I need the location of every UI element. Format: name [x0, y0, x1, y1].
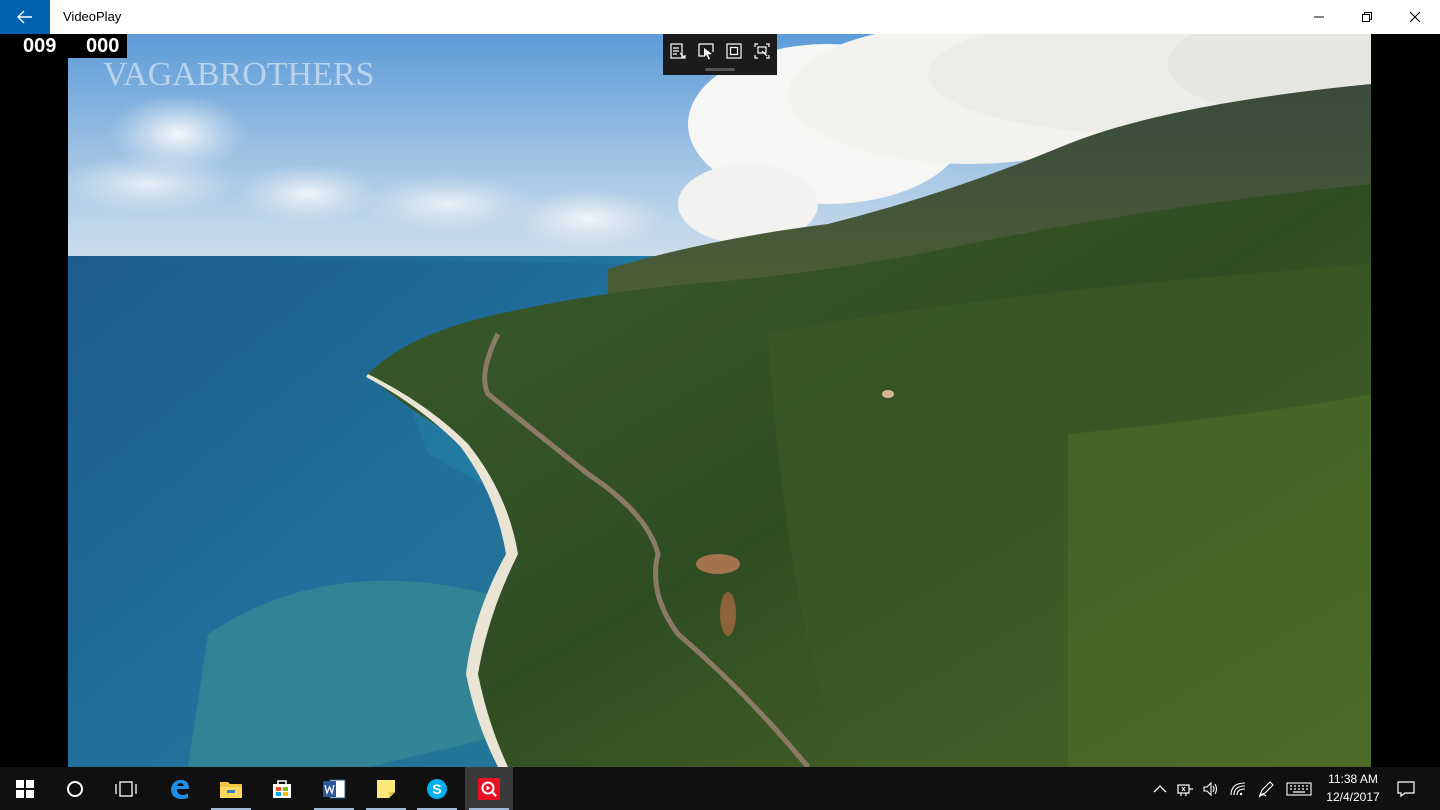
- store-icon: [273, 779, 291, 798]
- keyboard-icon: [1286, 781, 1312, 796]
- windows-start-icon: [16, 779, 34, 798]
- taskbar-clock[interactable]: 11:38 AM 12/4/2017: [1314, 770, 1392, 806]
- wifi-button[interactable]: [1227, 767, 1249, 810]
- pen-workspace-button[interactable]: [1255, 767, 1277, 810]
- edge-browser-icon: [171, 779, 189, 799]
- taskbar-word[interactable]: [310, 767, 358, 810]
- taskbar-store[interactable]: [258, 767, 306, 810]
- back-arrow-icon: [17, 10, 32, 24]
- taskbar: S 11:38 AM 12/4/2017: [0, 767, 1440, 810]
- videoplay-app-icon: [478, 777, 500, 800]
- sticky-notes-icon: [377, 779, 395, 798]
- aerial-coast-image: [68, 34, 1371, 767]
- video-canvas[interactable]: 009 000 VAGABROTHERS: [0, 34, 1440, 767]
- compare-frame-icon: [754, 43, 770, 59]
- counter-left: 009: [0, 34, 80, 58]
- network-adapter-icon: [1177, 783, 1193, 796]
- wifi-icon: [1230, 781, 1246, 795]
- select-region-button[interactable]: [695, 40, 717, 62]
- pen-icon: [1258, 780, 1274, 797]
- action-center-icon: [1397, 780, 1415, 797]
- clock-time: 11:38 AM: [1328, 772, 1378, 786]
- task-view-icon: [115, 780, 137, 797]
- video-frame[interactable]: [68, 34, 1371, 767]
- cortana-search-icon: [67, 780, 83, 797]
- taskbar-sticky-notes[interactable]: [362, 767, 410, 810]
- clock-date: 12/4/2017: [1326, 790, 1380, 804]
- close-icon: [1409, 11, 1421, 23]
- restore-button[interactable]: [1344, 0, 1390, 34]
- volume-button[interactable]: [1200, 767, 1222, 810]
- file-explorer-icon: [220, 781, 242, 798]
- volume-icon: [1203, 781, 1218, 796]
- taskbar-skype[interactable]: S: [413, 767, 461, 810]
- task-view-button[interactable]: [102, 767, 150, 810]
- network-adapter-button[interactable]: [1174, 767, 1196, 810]
- video-watermark: VAGABROTHERS: [103, 56, 375, 93]
- minimize-button[interactable]: [1296, 0, 1342, 34]
- cortana-button[interactable]: [51, 767, 99, 810]
- show-hidden-icons-button[interactable]: [1150, 767, 1170, 810]
- touch-keyboard-button[interactable]: [1284, 767, 1314, 810]
- minimize-icon: [1314, 16, 1324, 18]
- fit-screen-button[interactable]: [723, 40, 745, 62]
- title-bar: VideoPlay: [0, 0, 1440, 34]
- counter-right: 000: [80, 34, 127, 58]
- action-center-button[interactable]: [1394, 767, 1418, 810]
- taskbar-edge[interactable]: [156, 767, 204, 810]
- chevron-up-icon: [1153, 784, 1167, 792]
- frame-counters: 009 000: [0, 34, 127, 58]
- floating-toolbar: [663, 34, 777, 75]
- edit-frame-icon: [670, 43, 686, 59]
- fit-screen-icon: [726, 43, 742, 59]
- app-title: VideoPlay: [63, 9, 122, 24]
- back-button[interactable]: [0, 0, 50, 34]
- restore-icon: [1362, 12, 1372, 22]
- close-button[interactable]: [1392, 0, 1438, 34]
- word-icon: [323, 779, 346, 798]
- compare-frame-button[interactable]: [751, 40, 773, 62]
- toolbar-drag-handle[interactable]: [705, 68, 735, 71]
- edit-frame-button[interactable]: [667, 40, 689, 62]
- taskbar-videoplay[interactable]: [465, 767, 513, 810]
- skype-icon: S: [427, 778, 447, 799]
- select-region-icon: [698, 43, 714, 60]
- taskbar-explorer[interactable]: [207, 767, 255, 810]
- svg-text:S: S: [432, 781, 441, 797]
- start-button[interactable]: [1, 767, 49, 810]
